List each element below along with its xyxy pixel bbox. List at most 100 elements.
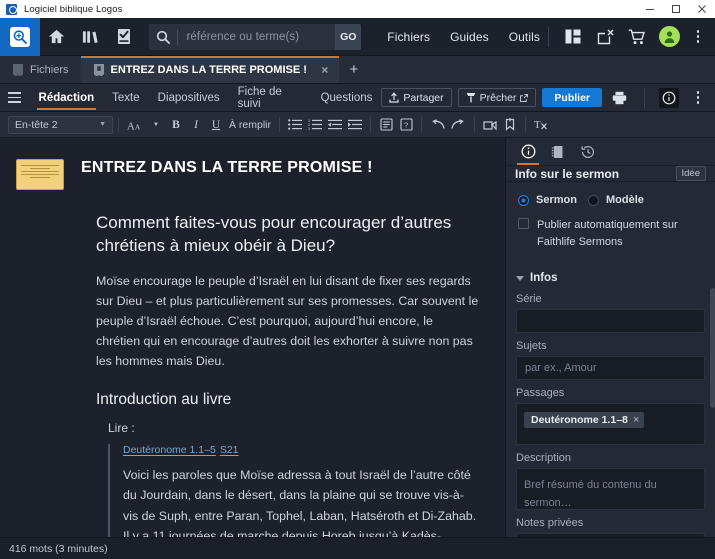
scripture-reference[interactable]: Deutéronome 1.1–5 [123,444,216,456]
underline-button[interactable]: U [206,115,226,135]
info-circle-icon[interactable] [659,87,679,108]
new-window-icon[interactable] [589,18,621,56]
tab-redaction[interactable]: Rédaction [30,84,104,112]
italic-button[interactable]: I [186,115,206,135]
share-button[interactable]: Partager [381,88,452,107]
mode-bar-overflow-icon[interactable] [685,79,711,117]
radio-sermon-label: Sermon [536,194,577,206]
layout-icon[interactable] [557,18,589,56]
minimize-button[interactable] [637,0,663,18]
printer-icon[interactable] [608,84,630,112]
autopublish-label-line1: Publier automatiquement sur [537,219,678,231]
autopublish-checkbox[interactable] [518,218,529,229]
redo-icon[interactable] [448,115,469,135]
sermon-mode-bar: Rédaction Texte Diapositives Fiche de su… [0,84,715,112]
home-button[interactable] [40,18,74,56]
logos-logo-button[interactable] [0,17,40,56]
toolbar-divider-5 [474,117,476,132]
notes-privees-input[interactable] [516,533,705,537]
maximize-button[interactable] [663,0,689,18]
svg-text:?: ? [404,121,408,130]
panel-tab-history[interactable] [574,138,602,165]
passages-input[interactable]: Deutéronome 1.1–8 × [516,403,705,445]
tab-fiche-de-suivi[interactable]: Fiche de suivi [229,84,312,112]
new-tab-button[interactable]: + [339,56,369,83]
serie-input[interactable] [516,309,705,333]
nav-link-outils[interactable]: Outils [509,30,540,44]
library-button[interactable] [73,18,107,56]
passage-chip-remove-icon[interactable]: × [633,414,639,426]
account-avatar[interactable] [653,18,685,56]
insert-media-icon[interactable] [480,115,500,135]
autopublish-label-line2: Faithlife Sermons [537,235,623,248]
publish-button[interactable]: Publier [542,88,602,107]
logos-app-icon [6,3,17,15]
avatar [658,26,680,47]
bullet-list-icon[interactable] [285,115,305,135]
bold-button[interactable]: B [166,115,186,135]
search-input[interactable]: référence ou terme(s) [178,31,336,43]
cart-icon[interactable] [621,18,653,56]
field-sujets-label: Sujets [516,340,547,352]
numbered-list-icon[interactable]: 123 [305,115,325,135]
search-go-button[interactable]: GO [335,23,362,50]
nav-link-fichiers[interactable]: Fichiers [387,30,430,44]
font-size-caret-icon[interactable]: ▼ [146,115,166,135]
radio-sermon[interactable]: Sermon [518,194,577,206]
scripture-quote-text: Voici les paroles que Moïse adressa à to… [123,468,477,537]
fill-in-button[interactable]: À remplir [226,115,274,135]
panel-tab-notebook[interactable] [544,138,572,165]
indent-icon[interactable] [345,115,365,135]
overflow-menu-icon[interactable] [685,18,711,56]
scripture-quote-block[interactable]: Deutéronome 1.1–5 S21 Voici les paroles q… [108,444,479,537]
tab-texte[interactable]: Texte [103,84,149,112]
documents-button[interactable] [107,18,141,56]
panel-scrollbar-thumb[interactable] [710,288,715,408]
field-notes-privees: Notes privées [506,510,715,537]
document-heading-3[interactable]: Introduction au livre [96,391,479,409]
description-input[interactable]: Bref résumé du contenu du sermon… [516,468,705,510]
document-heading-2[interactable]: Comment faites-vous pour encourager d’au… [96,212,479,258]
scripture-version[interactable]: S21 [220,444,239,456]
word-count: 416 mots (3 minutes) [9,542,108,555]
mode-bar-divider [644,87,645,108]
file-tab-icon [12,64,24,76]
search-bar[interactable]: référence ou terme(s) GO [148,23,362,50]
sermon-thumbnail[interactable] [16,159,64,190]
tab-close-icon[interactable]: × [317,62,333,78]
document-paragraph-1[interactable]: Moïse encourage le peuple d’Israël en lu… [96,271,479,371]
paragraph-style-select[interactable]: En-tête 2 ▼ [8,115,113,134]
passage-chip[interactable]: Deutéronome 1.1–8 × [524,412,645,428]
panel-tab-info[interactable] [514,138,542,165]
svg-text:3: 3 [308,127,310,130]
hamburger-menu-icon[interactable] [0,84,30,112]
field-description-label: Description [516,452,572,464]
preach-button[interactable]: Prêcher [457,88,537,107]
sermon-editor[interactable]: ENTREZ DANS LA TERRE PROMISE ! Comment f… [0,138,505,537]
outdent-icon[interactable] [325,115,345,135]
toolbar-divider-4 [421,117,423,132]
pulpit-icon [466,93,476,103]
autopublish-checkbox-row[interactable]: Publier automatiquement sur Faithlife Se… [506,206,715,250]
font-size-icon[interactable]: A A [124,115,146,135]
tab-diapositives[interactable]: Diapositives [149,84,229,112]
undo-icon[interactable] [427,115,448,135]
note-icon[interactable] [376,115,396,135]
idea-badge[interactable]: Idée [675,166,706,181]
tab-sermon[interactable]: ENTREZ DANS LA TERRE PROMISE ! × [80,56,340,83]
sujets-input[interactable]: par ex., Amour [516,356,705,380]
infos-section-header[interactable]: Infos [506,263,715,286]
bookmark-icon[interactable] [500,115,520,135]
close-button[interactable] [689,0,715,18]
window-titlebar: Logiciel biblique Logos [0,0,715,18]
tab-questions[interactable]: Questions [312,84,382,112]
clear-formatting-icon[interactable]: T [531,115,551,135]
panel-tab-bar [506,138,715,166]
panel-scrollbar[interactable] [710,138,715,537]
nav-link-guides[interactable]: Guides [450,30,489,44]
radio-modele[interactable]: Modèle [587,194,644,206]
sermon-tab-icon [93,64,104,76]
tab-fichiers[interactable]: Fichiers [0,56,81,83]
question-box-icon[interactable]: ? [396,115,416,135]
document-lire-label[interactable]: Lire : [108,421,479,435]
